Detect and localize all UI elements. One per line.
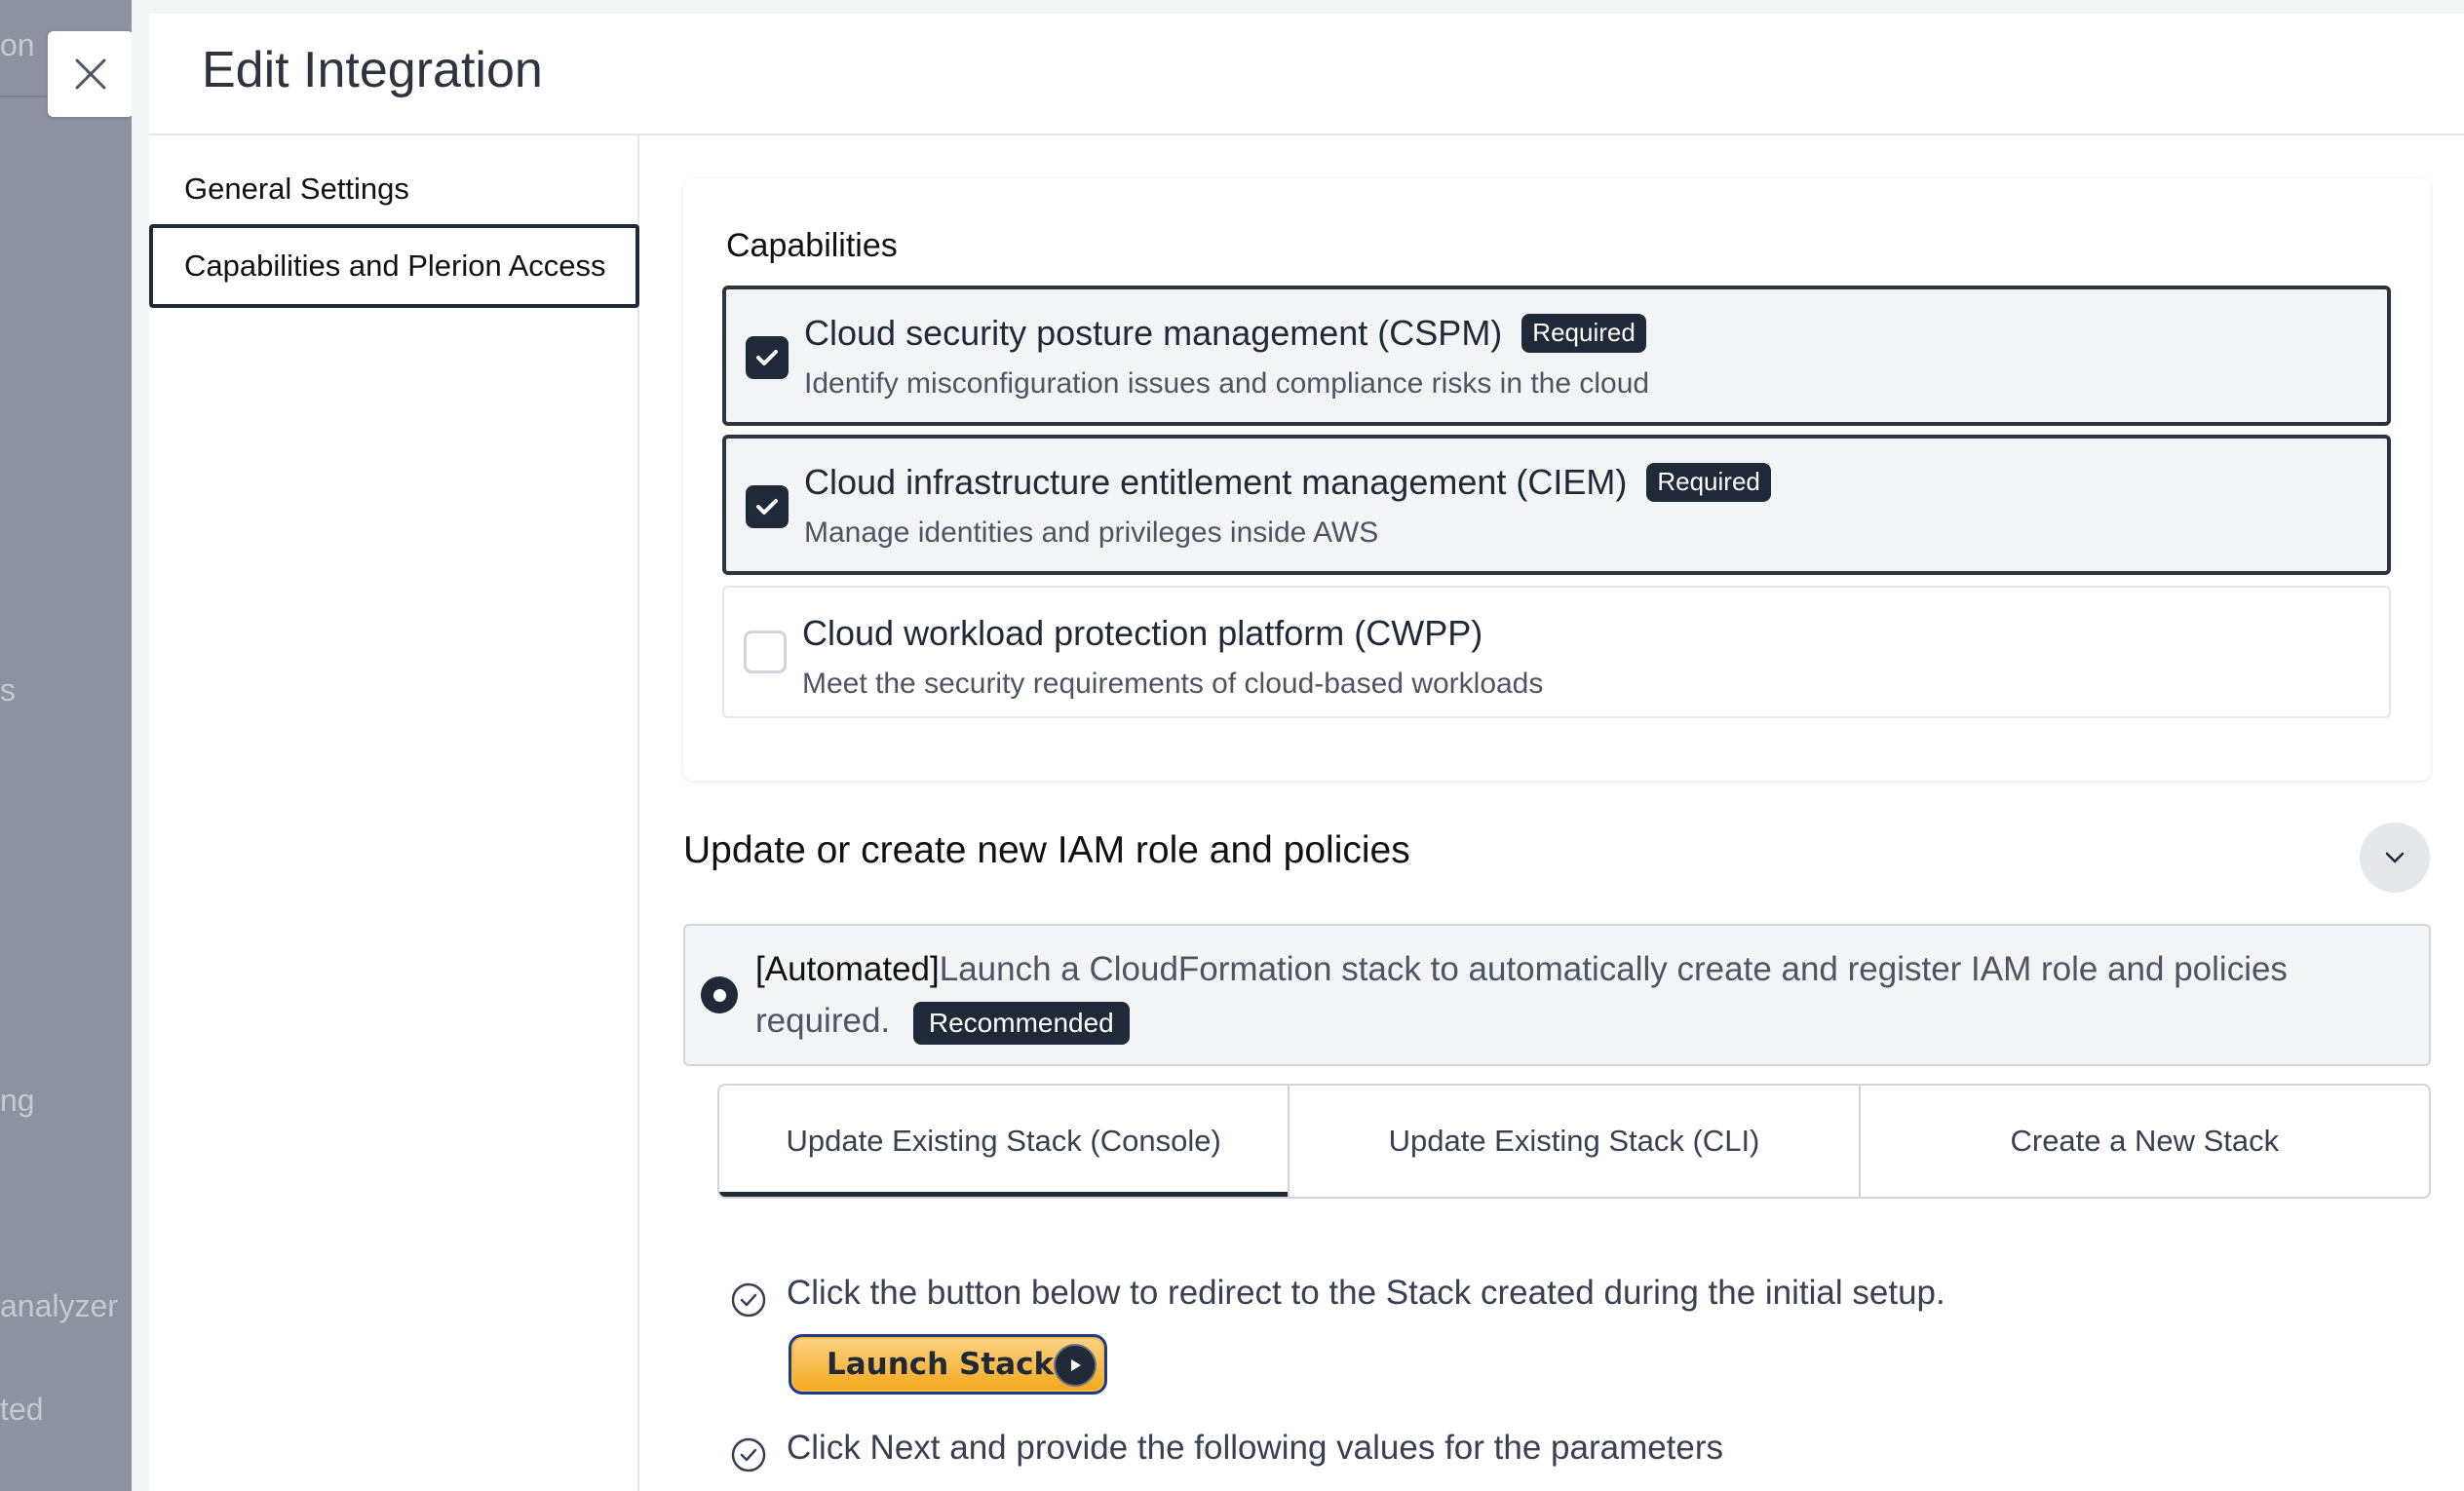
required-badge: Required — [1646, 463, 1771, 502]
automated-prefix: [Automated] — [755, 950, 940, 988]
capability-name: Cloud workload protection platform (CWPP… — [802, 613, 1482, 654]
main-content: Capabilities Cloud security posture mana… — [641, 135, 2464, 1491]
radio-dot — [712, 988, 726, 1002]
background-text-fragment: ted — [0, 1392, 44, 1427]
automated-option[interactable]: [Automated]Launch a CloudFormation stack… — [683, 924, 2431, 1066]
play-arrow-icon — [1054, 1344, 1097, 1387]
collapse-section-button[interactable] — [2360, 822, 2430, 893]
background-text-fragment: on — [0, 27, 35, 62]
tab-label: Update Existing Stack (Console) — [786, 1124, 1221, 1158]
nav-item-label: Capabilities and Plerion Access — [184, 248, 606, 283]
tab-label: Create a New Stack — [2010, 1124, 2280, 1158]
capability-description: Identify misconfiguration issues and com… — [804, 367, 1650, 400]
edit-integration-drawer: Edit Integration General Settings Capabi… — [132, 0, 2464, 1491]
check-icon — [756, 499, 778, 515]
checkbox-checked[interactable] — [746, 336, 789, 379]
radio-selected[interactable] — [701, 976, 738, 1013]
step-item: Click the button below to redirect to th… — [730, 1274, 1945, 1319]
step-text: Click the button below to redirect to th… — [787, 1274, 1945, 1312]
close-icon — [75, 58, 106, 90]
required-badge: Required — [1521, 314, 1646, 353]
capability-name-text: Cloud workload protection platform (CWPP… — [802, 613, 1483, 653]
stack-tabs: Update Existing Stack (Console) Update E… — [717, 1084, 2431, 1199]
background-text-fragment: ng — [0, 1083, 35, 1118]
capabilities-heading: Capabilities — [726, 227, 898, 264]
tab-create-new-stack[interactable]: Create a New Stack — [1861, 1086, 2429, 1197]
capability-description: Manage identities and privileges inside … — [804, 516, 1379, 549]
automated-option-text: [Automated]Launch a CloudFormation stack… — [755, 943, 2393, 1047]
capability-name: Cloud security posture management (CSPM)… — [804, 313, 1646, 354]
check-circle-icon — [731, 1437, 766, 1472]
capability-option-ciem[interactable]: Cloud infrastructure entitlement managem… — [722, 435, 2391, 575]
capability-option-cwpp[interactable]: Cloud workload protection platform (CWPP… — [722, 586, 2391, 718]
capability-name-text: Cloud infrastructure entitlement managem… — [804, 462, 1628, 502]
nav-item-label: General Settings — [184, 172, 409, 206]
close-drawer-button[interactable] — [48, 31, 134, 117]
launch-stack-label: Launch Stack — [827, 1347, 1055, 1382]
capability-description: Meet the security requirements of cloud-… — [802, 668, 1544, 700]
step-item: Click Next and provide the following val… — [730, 1429, 1723, 1473]
iam-section-heading: Update or create new IAM role and polici… — [683, 829, 1410, 871]
nav-item-general-settings[interactable]: General Settings — [149, 147, 639, 231]
checkbox-checked[interactable] — [746, 485, 789, 528]
tab-update-cli[interactable]: Update Existing Stack (CLI) — [1290, 1086, 1861, 1197]
nav-item-capabilities[interactable]: Capabilities and Plerion Access — [149, 224, 639, 308]
settings-nav: General Settings Capabilities and Plerio… — [149, 135, 639, 1491]
drawer-header: Edit Integration — [149, 14, 2464, 135]
checkbox-unchecked[interactable] — [744, 631, 787, 673]
capability-option-cspm[interactable]: Cloud security posture management (CSPM)… — [722, 286, 2391, 426]
tab-update-console[interactable]: Update Existing Stack (Console) — [719, 1086, 1290, 1197]
launch-stack-button[interactable]: Launch Stack — [789, 1334, 1107, 1395]
background-text-fragment: analyzer — [0, 1288, 118, 1323]
recommended-badge: Recommended — [912, 1002, 1130, 1046]
chevron-down-icon — [2385, 852, 2405, 863]
capabilities-card: Capabilities Cloud security posture mana… — [683, 178, 2431, 781]
drawer-panel: Edit Integration General Settings Capabi… — [149, 14, 2464, 1491]
tab-label: Update Existing Stack (CLI) — [1388, 1124, 1760, 1158]
check-icon — [756, 350, 778, 365]
capability-name: Cloud infrastructure entitlement managem… — [804, 462, 1771, 503]
page-title: Edit Integration — [202, 42, 543, 98]
step-text: Click Next and provide the following val… — [787, 1429, 1724, 1467]
check-circle-icon — [731, 1282, 766, 1318]
background-text-fragment: s — [0, 672, 16, 707]
capability-name-text: Cloud security posture management (CSPM) — [804, 313, 1503, 353]
